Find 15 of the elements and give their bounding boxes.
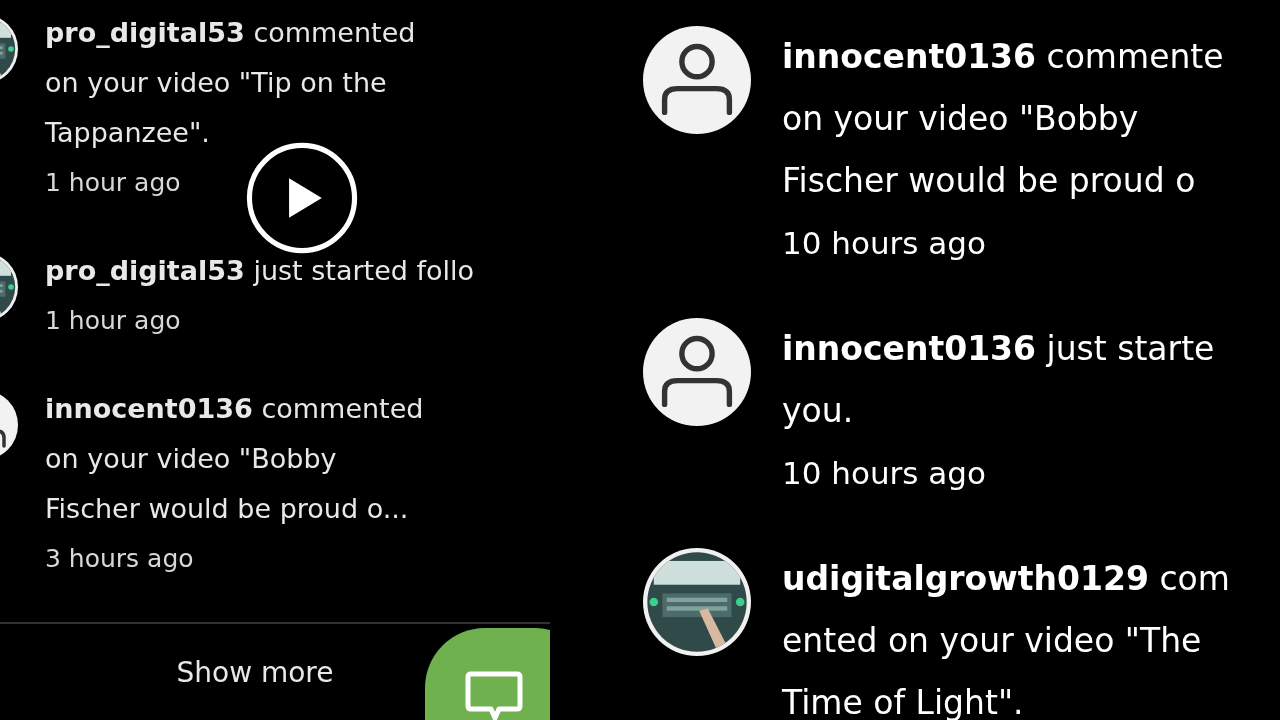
timestamp: 10 hours ago: [782, 454, 987, 493]
notification-text: pro_digital53 just started follo: [45, 254, 474, 288]
chat-icon: [465, 670, 523, 720]
notification-text: innocent0136 commented on your video "Bobby Fischer would be proud o...: [45, 392, 424, 526]
user-avatar-icon: [643, 26, 751, 134]
timestamp: 3 hours ago: [45, 543, 195, 575]
timestamp: 1 hour ago: [45, 167, 182, 199]
notification-text: innocent0136 just starte you.: [782, 328, 1215, 432]
play-icon[interactable]: [246, 142, 358, 254]
notification-text: pro_digital53 commented on your video "Tip on the Tappanzee".: [45, 16, 416, 150]
timestamp: 1 hour ago: [45, 305, 182, 337]
user-avatar-icon: [643, 318, 751, 426]
timestamp: 10 hours ago: [782, 224, 987, 263]
show-more-button[interactable]: Show more: [176, 656, 334, 689]
notification-text: innocent0136 commente on your video "Bobby Fischer would be proud o: [782, 36, 1224, 202]
